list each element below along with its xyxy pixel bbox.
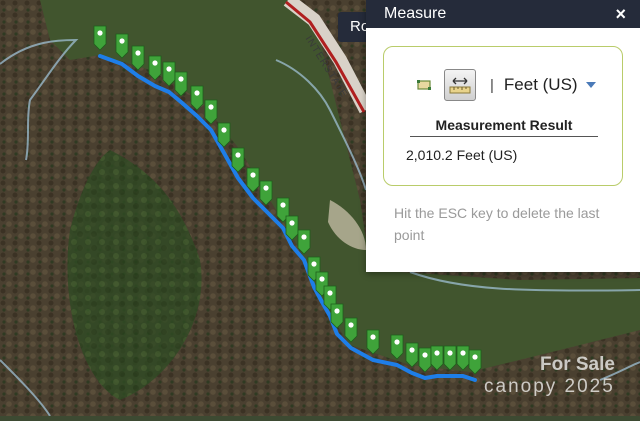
- tool-separator: |: [490, 76, 494, 94]
- unit-dropdown[interactable]: Feet (US): [504, 75, 596, 95]
- close-icon[interactable]: ×: [615, 4, 626, 25]
- esc-hint-text: Hit the ESC key to delete the last point: [394, 205, 600, 243]
- panel-header: Measure ×: [366, 0, 640, 28]
- measure-tools: | Feet (US): [414, 69, 596, 101]
- chevron-down-icon: [585, 82, 596, 88]
- unit-dropdown-value: Feet (US): [503, 75, 578, 94]
- distance-measure-icon[interactable]: [444, 69, 476, 101]
- area-measure-icon[interactable]: [414, 75, 434, 95]
- measurement-box: | Feet (US) Measurement Result 2,010.2 F…: [383, 46, 623, 186]
- measurement-result-heading: Measurement Result: [410, 117, 598, 137]
- panel-title: Measure: [384, 5, 447, 22]
- measure-panel: Measure × | Feet (US) Measurement Result…: [366, 0, 640, 272]
- watermark-line1: For Sale: [540, 354, 615, 375]
- measurement-result-value: 2,010.2 Feet (US): [406, 147, 518, 163]
- watermark-line2: canopy 2025: [484, 376, 615, 397]
